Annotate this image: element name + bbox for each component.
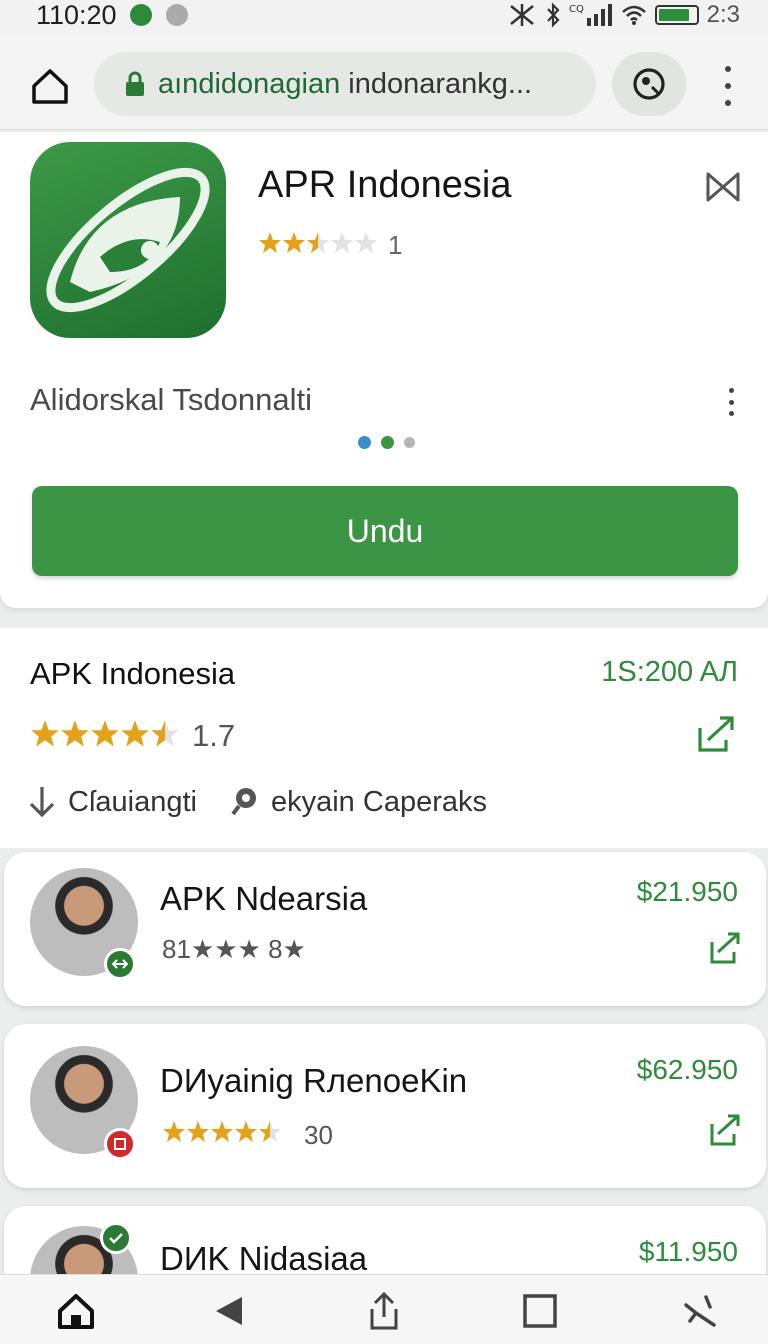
meta-search-text: ekyain Caperaks (270, 785, 487, 818)
share-icon[interactable] (696, 714, 738, 754)
star-icon (151, 719, 179, 746)
star-icon (307, 232, 329, 253)
list-item-sub: 30 (162, 1120, 333, 1151)
bottom-navigation (0, 1274, 768, 1344)
app-logo (30, 142, 226, 338)
search-icon (231, 788, 256, 816)
star-icon (259, 1121, 281, 1142)
meta-download-text: Cſauiangti (68, 785, 197, 818)
list-item-title: APK Ndearsia (160, 880, 368, 917)
detail-name: APK Indonesia (30, 656, 236, 691)
star-icon (235, 1121, 257, 1142)
swap-icon (104, 948, 136, 980)
share-icon[interactable] (364, 1291, 404, 1331)
home-icon[interactable] (28, 64, 72, 108)
svg-text:CQ: CQ (569, 4, 584, 15)
status-bar: 110:20 CQ 2:3 (0, 0, 768, 34)
app-name: APR Indonesia (258, 164, 512, 206)
url-field[interactable]: aındidonagian indonarankg... (94, 52, 596, 116)
list-item-title: DИK Nidasiaa (160, 1240, 368, 1277)
star-icon (121, 719, 149, 746)
back-icon[interactable] (210, 1291, 250, 1331)
tab-switch-button[interactable] (612, 52, 686, 116)
url-highlight: aındidonagian (158, 67, 341, 100)
download-button[interactable]: Undu (32, 486, 738, 576)
status-right-text: 2:3 (706, 1, 740, 28)
star-icon (211, 1121, 233, 1142)
rating-value: 1.7 (192, 718, 236, 753)
battery-icon (654, 5, 699, 25)
list-item[interactable]: DИyainig RлenoeKin $62.950 30 (4, 1024, 766, 1188)
url-text: aındidonagian indonarankg... (158, 68, 532, 101)
app-install-card: APR Indonesia 1 Alidorskal Tsdonnalti Un… (0, 132, 768, 608)
list-item[interactable]: APK Ndearsia $21.950 81★★★ 8★ (4, 852, 766, 1006)
home-icon[interactable] (56, 1291, 96, 1331)
star-icon (259, 232, 281, 253)
share-icon[interactable] (708, 1112, 742, 1148)
tab-switch-icon (633, 68, 665, 100)
app-icon (104, 1128, 136, 1160)
star-icon (187, 1121, 209, 1142)
list-item-price: $62.950 (636, 1054, 738, 1085)
star-icon (163, 1121, 185, 1142)
whatsapp-icon (130, 4, 152, 26)
star-icon (331, 232, 353, 253)
pager-dot[interactable] (381, 436, 394, 449)
app-detail-section: APK Indonesia 1S:200 AЛ 1.7 Cſauiangti e… (0, 628, 768, 848)
star-icon (61, 719, 89, 746)
list-item-sub: 81★★★ 8★ (162, 934, 306, 965)
share-icon[interactable] (708, 930, 742, 966)
star-icon (91, 719, 119, 746)
app-rating: 1 (258, 230, 402, 261)
star-icon (31, 719, 59, 746)
url-rest: indonarankg... (340, 67, 533, 100)
more-vert-icon[interactable] (726, 388, 736, 416)
status-right: CQ 2:3 (507, 0, 740, 30)
rating-stars (162, 1120, 282, 1151)
bluetooth-icon (546, 2, 560, 28)
more-vert-icon[interactable] (714, 66, 742, 106)
star-icon (355, 232, 377, 253)
detail-meta: Cſauiangti ekyain Caperaks (26, 784, 487, 820)
rating-stars (30, 719, 180, 754)
carousel-pager (358, 436, 415, 449)
tools-icon[interactable] (680, 1291, 720, 1331)
list-item-price: $21.950 (636, 876, 738, 907)
list-item-price: $11.950 (638, 1236, 738, 1267)
mute-icon (509, 4, 534, 26)
pager-dot[interactable] (404, 437, 415, 448)
browser-address-bar: aındidonagian indonarankg... (0, 34, 768, 130)
wifi-icon (621, 5, 646, 25)
pager-dot[interactable] (358, 436, 371, 449)
check-icon (100, 1222, 132, 1254)
detail-price: 1S:200 AЛ (601, 656, 738, 688)
list-item-sub-text: 30 (304, 1120, 333, 1150)
notification-icon (166, 4, 188, 26)
close-icon[interactable] (704, 170, 742, 204)
status-time: 110:20 (36, 0, 117, 30)
star-icon (283, 232, 305, 253)
signal-icon: CQ (569, 4, 612, 26)
list-item-title: DИyainig RлenoeKin (160, 1062, 468, 1099)
detail-rating: 1.7 (30, 718, 235, 754)
list-item-sub-text: 81★★★ 8★ (162, 934, 306, 964)
lock-icon (126, 71, 144, 96)
rating-stars (258, 231, 378, 260)
rating-count: 1 (388, 230, 403, 260)
download-arrow-icon (29, 787, 55, 818)
planet-icon (46, 167, 210, 313)
recents-icon[interactable] (520, 1291, 560, 1331)
app-subtitle: Alidorskal Tsdonnalti (30, 382, 313, 417)
